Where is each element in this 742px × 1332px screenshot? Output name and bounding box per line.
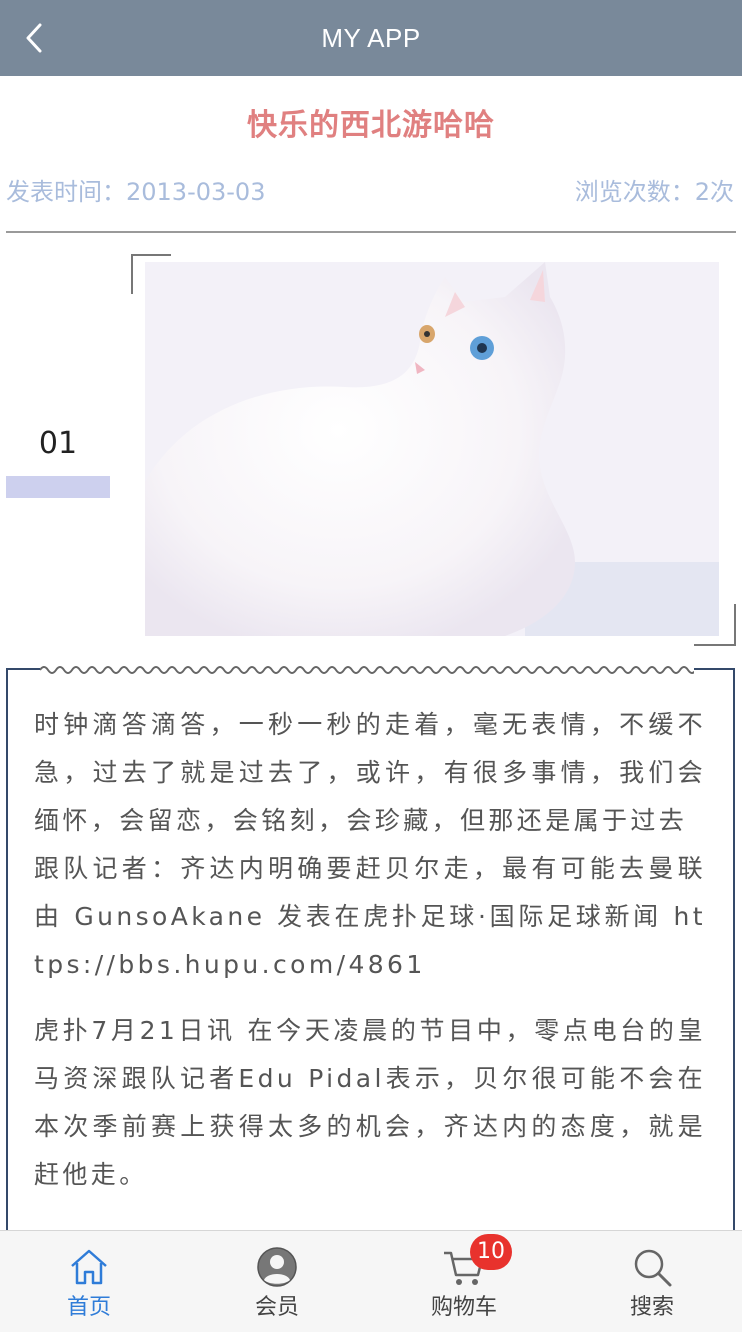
tab-search-label: 搜索 xyxy=(629,1295,674,1320)
section-number: 01 xyxy=(38,426,78,461)
article-paragraph: 时钟滴答滴答，一秒一秒的走着，毫无表情，不缓不急，过去了就是过去了，或许，有很多… xyxy=(34,710,706,835)
bottom-tab-bar: 首页 会员 购物车 搜索 xyxy=(0,1230,742,1332)
tab-search[interactable]: 搜索 xyxy=(592,1231,712,1332)
tab-member-label: 会员 xyxy=(254,1295,299,1320)
article-body: 时钟滴答滴答，一秒一秒的走着，毫无表情，不缓不急，过去了就是过去了，或许，有很多… xyxy=(34,701,706,1199)
article-meta: 发表时间：2013-03-03 浏览次数：2次 xyxy=(6,172,734,208)
tab-home-label: 首页 xyxy=(66,1295,111,1320)
tab-member[interactable]: 会员 xyxy=(217,1231,337,1332)
wave-divider xyxy=(39,659,697,681)
home-icon xyxy=(71,1249,107,1285)
view-count: 浏览次数：2次 xyxy=(574,178,734,206)
article-paragraph: 虎扑7月21日讯 在今天凌晨的节目中，零点电台的皇马资深跟队记者Edu Pida… xyxy=(34,1016,706,1189)
publish-date: 发表时间：2013-03-03 xyxy=(6,178,266,206)
tab-cart-label: 购物车 xyxy=(430,1295,497,1320)
search-icon xyxy=(634,1249,672,1287)
divider xyxy=(6,231,736,233)
article-paragraph: 跟队记者：齐达内明确要赶贝尔走，最有可能去曼联 由 GunsoAkane 发表在… xyxy=(34,854,706,979)
app-title: MY APP xyxy=(321,23,421,53)
tab-home[interactable]: 首页 xyxy=(29,1231,149,1332)
user-icon xyxy=(257,1247,297,1287)
app-header: MY APP xyxy=(0,0,742,76)
section-number-bar xyxy=(6,476,110,498)
cart-badge: 10 xyxy=(470,1234,512,1270)
article-title: 快乐的西北游哈哈 xyxy=(247,108,495,143)
cat-photo xyxy=(145,262,719,636)
